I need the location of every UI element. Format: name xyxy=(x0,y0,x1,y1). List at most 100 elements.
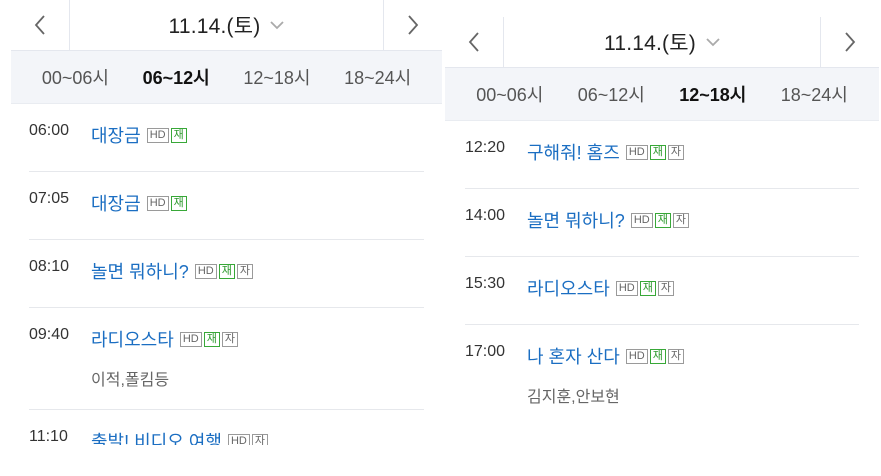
tab-12-18[interactable]: 12~18시 xyxy=(679,81,746,107)
tab-06-12[interactable]: 06~12시 xyxy=(578,81,645,107)
rerun-badge: 재 xyxy=(639,280,656,296)
date-text: 11.14.(토) xyxy=(168,15,261,38)
program-time: 14:00 xyxy=(465,207,506,224)
program-title-link[interactable]: 라디오스타 xyxy=(527,275,610,301)
program-info: 출발! 비디오 여행 HD 자 xyxy=(91,428,424,445)
time-range-tabs: 00~06시 06~12시 12~18시 18~24시 xyxy=(11,51,442,104)
program-row[interactable]: 15:30 라디오스타 HD 재 자 xyxy=(465,257,859,325)
chevron-down-icon xyxy=(270,20,285,29)
caption-badge: 자 xyxy=(236,263,253,279)
caption-badge: 자 xyxy=(221,331,238,347)
chevron-down-icon xyxy=(706,37,720,46)
program-badges: HD 재 자 xyxy=(630,212,691,228)
program-title-link[interactable]: 출발! 비디오 여행 xyxy=(91,428,222,445)
hd-badge: HD xyxy=(625,144,648,160)
time-range-tabs: 00~06시 06~12시 12~18시 18~24시 xyxy=(445,68,879,121)
program-badges: HD 재 자 xyxy=(625,348,686,364)
program-info: 라디오스타 HD 재 자 xyxy=(527,275,859,324)
program-title-link[interactable]: 대장금 xyxy=(91,122,141,148)
caption-badge: 자 xyxy=(667,348,684,364)
chevron-left-icon xyxy=(34,15,45,35)
date-navigator: 11.14.(토) xyxy=(445,17,879,68)
program-time: 15:30 xyxy=(465,275,506,292)
program-info: 대장금 HD 재 xyxy=(91,190,424,239)
program-row[interactable]: 12:20 구해줘! 홈즈 HD 재 자 xyxy=(465,121,859,189)
chevron-right-icon xyxy=(845,32,856,52)
program-badges: HD 재 자 xyxy=(625,144,686,160)
program-title-line: 라디오스타 HD 재 자 xyxy=(91,326,424,352)
schedule-panel-left: 11.14.(토) 00~06시 06~12시 12~18시 18~24시 06… xyxy=(11,0,442,445)
prev-day-button[interactable] xyxy=(445,17,504,67)
hd-badge: HD xyxy=(179,331,202,347)
tab-18-24[interactable]: 18~24시 xyxy=(344,64,411,90)
program-time: 09:40 xyxy=(29,326,70,343)
rerun-badge: 재 xyxy=(203,331,220,347)
chevron-right-icon xyxy=(408,15,419,35)
program-title-link[interactable]: 놀면 뭐하니? xyxy=(527,207,625,233)
caption-badge: 자 xyxy=(251,433,268,445)
program-time: 11:10 xyxy=(29,428,68,445)
rerun-badge: 재 xyxy=(649,144,666,160)
program-title-line: 나 혼자 산다 HD 재 자 xyxy=(527,343,859,369)
program-title-link[interactable]: 나 혼자 산다 xyxy=(527,343,620,369)
program-cast: 이적,폴킴등 xyxy=(91,372,170,389)
tab-18-24[interactable]: 18~24시 xyxy=(781,81,848,107)
program-badges: HD 재 xyxy=(146,127,189,143)
date-selector[interactable]: 11.14.(토) xyxy=(69,0,384,50)
date-text: 11.14.(토) xyxy=(604,32,696,55)
prev-day-button[interactable] xyxy=(11,0,70,50)
hd-badge: HD xyxy=(146,195,169,211)
caption-badge: 자 xyxy=(672,212,689,228)
tab-06-12[interactable]: 06~12시 xyxy=(143,64,210,90)
hd-badge: HD xyxy=(146,127,169,143)
program-time: 12:20 xyxy=(465,139,506,156)
hd-badge: HD xyxy=(615,280,638,296)
program-list: 12:20 구해줘! 홈즈 HD 재 자 14:00 놀면 뭐하니? HD 재 자 15:30 라디오… xyxy=(445,121,879,425)
program-info: 놀면 뭐하니? HD 재 자 xyxy=(527,207,859,256)
program-title-link[interactable]: 놀면 뭐하니? xyxy=(91,258,189,284)
next-day-button[interactable] xyxy=(383,0,442,50)
program-row[interactable]: 09:40 라디오스타 HD 재 자이적,폴킴등 xyxy=(29,308,424,410)
program-row[interactable]: 17:00 나 혼자 산다 HD 재 자김지훈,안보현 xyxy=(465,325,859,425)
tab-12-18[interactable]: 12~18시 xyxy=(243,64,310,90)
program-badges: HD 자 xyxy=(227,433,270,445)
tab-00-06[interactable]: 00~06시 xyxy=(476,81,543,107)
program-title-line: 대장금 HD 재 xyxy=(91,190,424,216)
caption-badge: 자 xyxy=(667,144,684,160)
program-row[interactable]: 06:00 대장금 HD 재 xyxy=(29,104,424,172)
program-title-link[interactable]: 대장금 xyxy=(91,190,141,216)
caption-badge: 자 xyxy=(657,280,674,296)
program-time: 07:05 xyxy=(29,190,70,207)
program-title-link[interactable]: 라디오스타 xyxy=(91,326,174,352)
hd-badge: HD xyxy=(630,212,653,228)
hd-badge: HD xyxy=(194,263,217,279)
tab-00-06[interactable]: 00~06시 xyxy=(42,64,109,90)
program-row[interactable]: 07:05 대장금 HD 재 xyxy=(29,172,424,240)
program-title-link[interactable]: 구해줘! 홈즈 xyxy=(527,139,620,165)
program-title-line: 놀면 뭐하니? HD 재 자 xyxy=(527,207,859,233)
rerun-badge: 재 xyxy=(649,348,666,364)
rerun-badge: 재 xyxy=(170,195,187,211)
program-cast: 김지훈,안보현 xyxy=(527,389,620,406)
hd-badge: HD xyxy=(625,348,648,364)
program-badges: HD 재 자 xyxy=(194,263,255,279)
program-time: 06:00 xyxy=(29,122,70,139)
date-selector[interactable]: 11.14.(토) xyxy=(503,17,821,67)
program-info: 놀면 뭐하니? HD 재 자 xyxy=(91,258,424,307)
program-badges: HD 재 자 xyxy=(615,280,676,296)
program-title-line: 놀면 뭐하니? HD 재 자 xyxy=(91,258,424,284)
program-title-line: 대장금 HD 재 xyxy=(91,122,424,148)
program-time: 08:10 xyxy=(29,258,70,275)
next-day-button[interactable] xyxy=(820,17,879,67)
rerun-badge: 재 xyxy=(218,263,235,279)
program-title-line: 출발! 비디오 여행 HD 자 xyxy=(91,428,424,445)
program-row[interactable]: 08:10 놀면 뭐하니? HD 재 자 xyxy=(29,240,424,308)
program-title-line: 구해줘! 홈즈 HD 재 자 xyxy=(527,139,859,165)
rerun-badge: 재 xyxy=(654,212,671,228)
program-row[interactable]: 14:00 놀면 뭐하니? HD 재 자 xyxy=(465,189,859,257)
program-info: 대장금 HD 재 xyxy=(91,122,424,171)
program-row[interactable]: 11:10 출발! 비디오 여행 HD 자 xyxy=(29,410,424,445)
program-badges: HD 재 자 xyxy=(179,331,240,347)
date-navigator: 11.14.(토) xyxy=(11,0,442,51)
program-time: 17:00 xyxy=(465,343,506,360)
